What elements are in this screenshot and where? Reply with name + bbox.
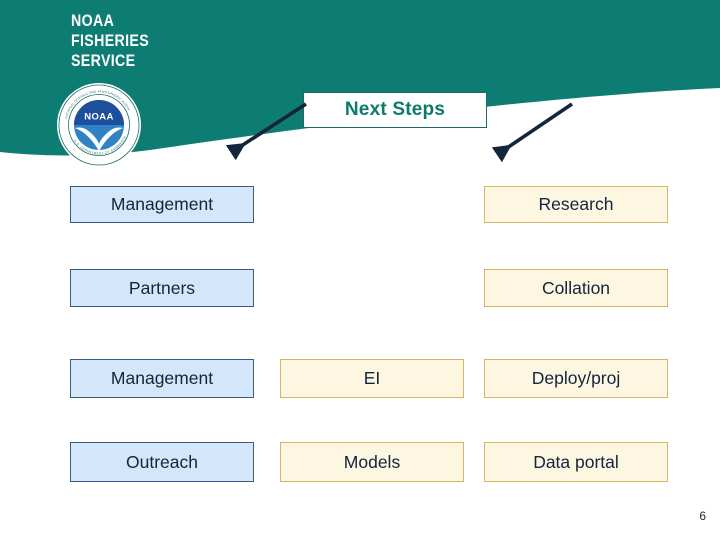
cell-research[interactable]: Research [484,186,668,223]
cell-label: Partners [128,277,196,298]
brand-line-2: FISHERIES [71,32,150,50]
noaa-wordmark: NOAA FISHERIES SERVICE [71,11,149,71]
arrow-left-icon [225,102,307,161]
cell-label: Management [110,368,214,388]
page-number: 6 [699,509,706,523]
cell-label: Data portal [533,451,619,472]
cell-data-portal[interactable]: Data portal [484,442,668,482]
cell-partners[interactable]: Partners [70,269,254,307]
cell-ei[interactable]: EI [280,359,464,398]
cell-models[interactable]: Models [280,442,464,482]
svg-text:NOAA: NOAA [84,112,114,123]
brand-line-3: SERVICE [71,52,136,70]
cell-label: Collation [541,277,611,298]
noaa-seal-icon: NATIONAL OCEANIC AND ATMOSPHERIC ADMIN U… [57,83,141,167]
cell-management-2[interactable]: Management [70,359,254,398]
cell-deploy-proj[interactable]: Deploy/proj [484,359,668,398]
next-steps-title-box: Next Steps [303,92,487,128]
arrow-right-icon [491,102,574,163]
brand-line-1: NOAA [71,12,115,30]
cell-label: Deploy/proj [531,368,621,388]
cell-label: Outreach [126,451,198,472]
cell-outreach[interactable]: Outreach [70,442,254,482]
cell-label: Models [343,451,401,472]
cell-label: Research [538,194,614,214]
slide-canvas: NOAA FISHERIES SERVICE NATIONAL OCEANIC … [0,0,720,540]
cell-label: Management [110,194,214,214]
cell-collation[interactable]: Collation [484,269,668,307]
page-title: Next Steps [344,99,446,120]
cell-label: EI [363,368,381,388]
cell-management-1[interactable]: Management [70,186,254,223]
